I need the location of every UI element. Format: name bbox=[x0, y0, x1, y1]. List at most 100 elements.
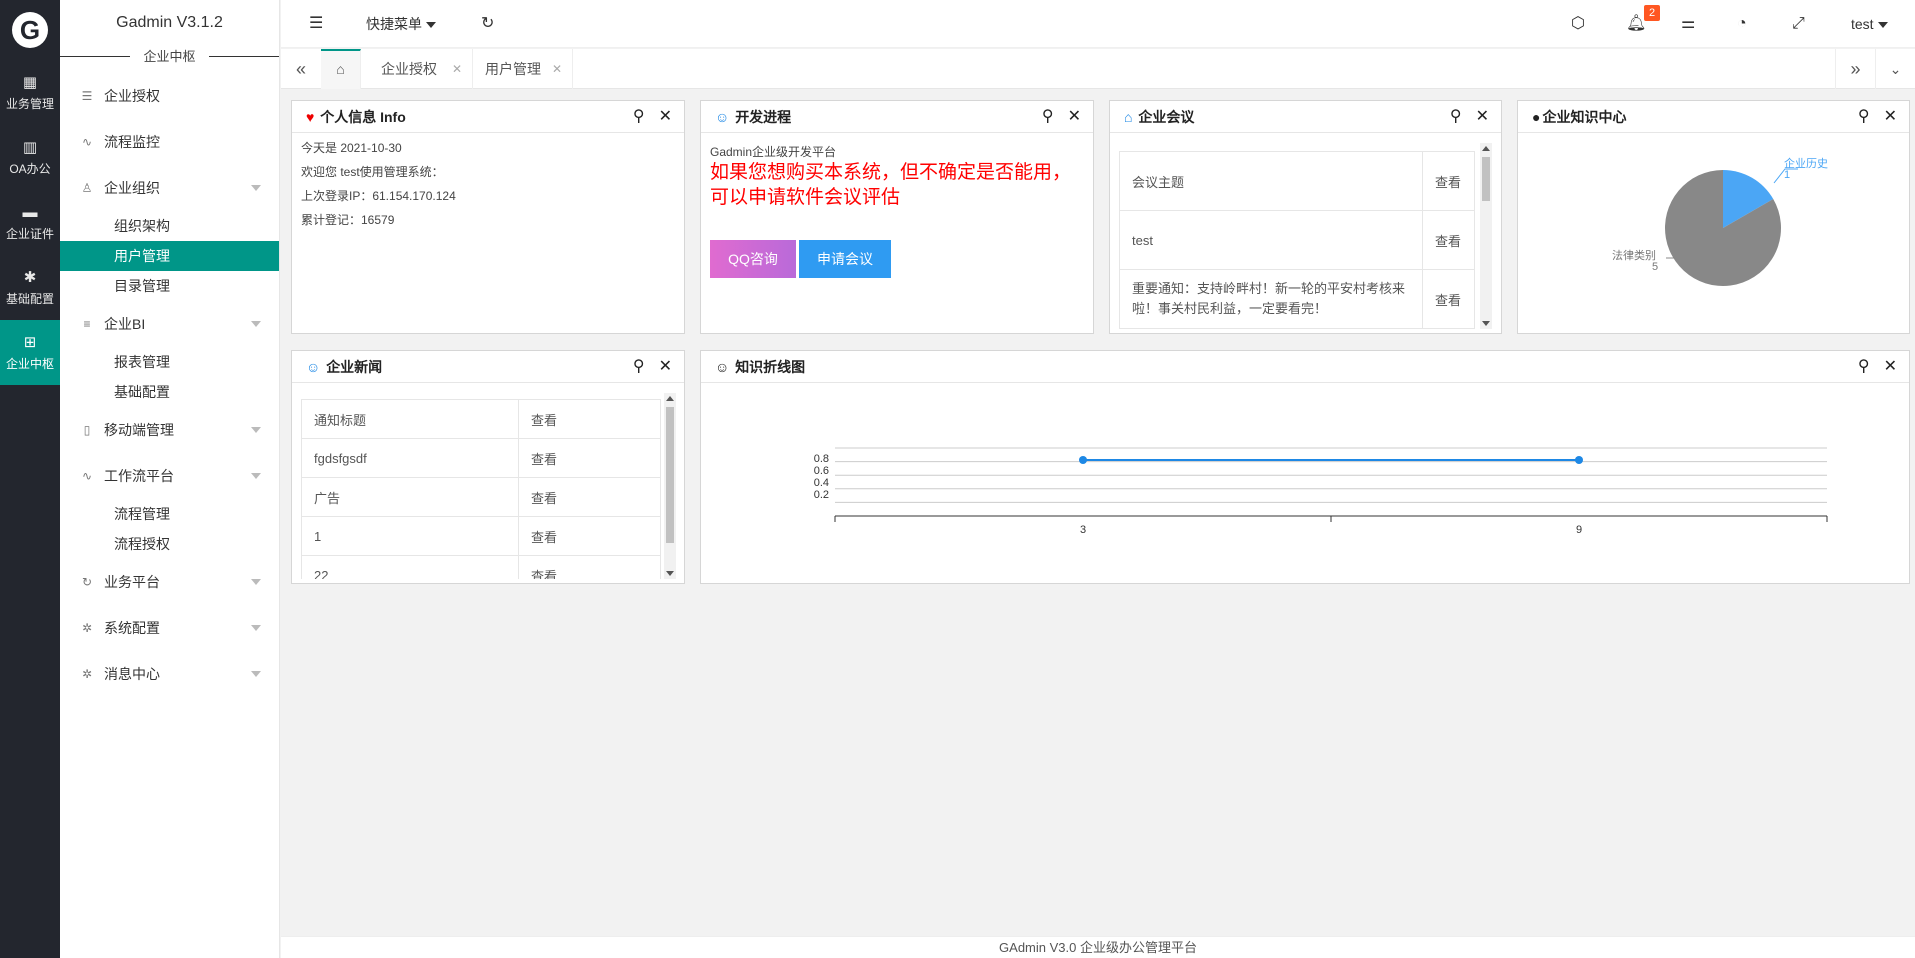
cube-icon[interactable]: ⬡ bbox=[1571, 0, 1585, 48]
view-link[interactable]: 查看 bbox=[1422, 151, 1475, 211]
close-icon[interactable]: ✕ bbox=[1068, 101, 1081, 133]
quick-menu-label: 快捷菜单 bbox=[366, 16, 422, 32]
view-link[interactable]: 查看 bbox=[518, 555, 661, 579]
data-point[interactable] bbox=[1079, 456, 1087, 464]
rail-item-certificate[interactable]: ▬ 企业证件 bbox=[0, 190, 60, 255]
card-title: 企业知识中心 bbox=[1542, 109, 1627, 125]
y-tick-label: 0.8 bbox=[814, 453, 829, 465]
smile-icon: ☺ bbox=[715, 109, 730, 125]
card-title: 企业会议 bbox=[1138, 109, 1195, 125]
menu-item-mobile[interactable]: ▯ 移动端管理 bbox=[60, 407, 279, 453]
meetings-scrollbar[interactable] bbox=[1480, 143, 1492, 329]
rail-item-basic-config[interactable]: ✱ 基础配置 bbox=[0, 255, 60, 320]
meeting-topic: 会议主题 bbox=[1119, 151, 1423, 211]
refresh-icon[interactable]: ↻ bbox=[481, 0, 494, 48]
tabs-more-icon[interactable]: ⌄ bbox=[1875, 49, 1915, 89]
data-point[interactable] bbox=[1575, 456, 1583, 464]
rail-item-hub[interactable]: ⊞ 企业中枢 bbox=[0, 320, 60, 385]
view-link[interactable]: 查看 bbox=[518, 438, 661, 478]
quick-menu-dropdown[interactable]: 快捷菜单 bbox=[366, 0, 436, 48]
submenu-item-directory[interactable]: 目录管理 bbox=[60, 271, 279, 301]
submenu-item-process-management[interactable]: 流程管理 bbox=[60, 499, 279, 529]
menu-item-business-platform[interactable]: ↻ 业务平台 bbox=[60, 559, 279, 605]
submenu-item-basic-config[interactable]: 基础配置 bbox=[60, 377, 279, 407]
rail-item-label: 基础配置 bbox=[5, 292, 54, 306]
tab-user-management[interactable]: 用户管理 ✕ bbox=[473, 49, 573, 89]
scroll-down-icon[interactable] bbox=[1482, 321, 1490, 326]
search-icon[interactable]: ⚲ bbox=[1450, 101, 1462, 133]
logo[interactable]: G bbox=[0, 0, 60, 60]
notification-badge: 2 bbox=[1644, 5, 1661, 21]
dev-platform-text: Gadmin企业级开发平台 bbox=[710, 145, 837, 159]
card-meetings: ⌂ 企业会议 ⚲ ✕ 会议主题 查看 test 查看 重要通知：支持岭畔村！新一轮的平安… bbox=[1109, 100, 1502, 334]
menu-item-bi[interactable]: ≡ 企业BI bbox=[60, 301, 279, 347]
submenu-item-user-management[interactable]: 用户管理 bbox=[60, 241, 279, 271]
scroll-up-icon[interactable] bbox=[1482, 146, 1490, 151]
search-icon[interactable]: ⚲ bbox=[1858, 101, 1870, 133]
submenu-item-org-structure[interactable]: 组织架构 bbox=[60, 211, 279, 241]
close-icon[interactable]: ✕ bbox=[552, 49, 562, 89]
fullscreen-icon[interactable]: ⤢ bbox=[1792, 0, 1805, 48]
menu-item-organization[interactable]: ♙ 企业组织 bbox=[60, 165, 279, 211]
rail-item-oa[interactable]: ▥ OA办公 bbox=[0, 125, 60, 190]
menu-item-system-config[interactable]: ✲ 系统配置 bbox=[60, 605, 279, 651]
qq-consult-button[interactable]: QQ咨询 bbox=[710, 240, 796, 278]
news-scrollbar[interactable] bbox=[664, 393, 676, 579]
scroll-down-icon[interactable] bbox=[666, 571, 674, 576]
rail-item-label: OA办公 bbox=[9, 162, 51, 176]
scroll-up-icon[interactable] bbox=[666, 396, 674, 401]
view-link[interactable]: 查看 bbox=[1422, 269, 1475, 329]
close-icon[interactable]: ✕ bbox=[1476, 101, 1489, 133]
close-icon[interactable]: ✕ bbox=[659, 351, 672, 383]
rail-item-business[interactable]: ▦ 业务管理 bbox=[0, 60, 60, 125]
align-icon: ≡ bbox=[83, 317, 91, 331]
menu-toggle-icon[interactable]: ☰ bbox=[309, 0, 323, 48]
view-link[interactable]: 查看 bbox=[518, 399, 661, 439]
close-icon[interactable]: ✕ bbox=[1884, 351, 1897, 383]
tabs-scroll-left-icon[interactable]: « bbox=[281, 49, 321, 89]
settings-sliders-icon[interactable]: ⚌ bbox=[1681, 0, 1695, 48]
info-total-logins: 累计登记：16579 bbox=[301, 213, 395, 227]
home-icon: ⌂ bbox=[336, 61, 345, 77]
view-link[interactable]: 查看 bbox=[1422, 210, 1475, 270]
tabs-scroll-right-icon[interactable]: » bbox=[1835, 49, 1875, 89]
theme-icon[interactable]: ◔ bbox=[1737, 0, 1747, 48]
menu-item-workflow[interactable]: ∿ 工作流平台 bbox=[60, 453, 279, 499]
close-icon[interactable]: ✕ bbox=[1884, 101, 1897, 133]
chevron-down-icon bbox=[251, 321, 261, 327]
scroll-thumb[interactable] bbox=[666, 407, 674, 543]
scroll-thumb[interactable] bbox=[1482, 157, 1490, 201]
search-icon[interactable]: ⚲ bbox=[633, 351, 645, 383]
menu-item-process-monitor[interactable]: ∿ 流程监控 bbox=[60, 119, 279, 165]
certificate-icon: ▬ bbox=[22, 203, 38, 221]
gear-icon: ✱ bbox=[23, 269, 37, 286]
submenu-item-reports[interactable]: 报表管理 bbox=[60, 347, 279, 377]
news-title: 通知标题 bbox=[301, 399, 519, 439]
meeting-topic: test bbox=[1119, 210, 1423, 270]
sliders-icon: ☰ bbox=[81, 89, 93, 103]
tab-home[interactable]: ⌂ bbox=[321, 49, 361, 89]
tab-enterprise-authorization[interactable]: 企业授权 ✕ bbox=[361, 49, 473, 89]
user-menu[interactable]: test bbox=[1851, 0, 1888, 48]
close-icon[interactable]: ✕ bbox=[659, 101, 672, 133]
menu-item-message-center[interactable]: ✲ 消息中心 bbox=[60, 651, 279, 697]
mobile-icon: ▯ bbox=[83, 423, 91, 437]
icon-rail: G ▦ 业务管理 ▥ OA办公 ▬ 企业证件 ✱ 基础配置 ⊞ 企业中枢 bbox=[0, 0, 60, 958]
view-link[interactable]: 查看 bbox=[518, 516, 661, 556]
user-name: test bbox=[1851, 16, 1874, 32]
apple-icon: ● bbox=[1532, 109, 1541, 125]
smile-icon: ☺ bbox=[306, 359, 321, 375]
search-icon[interactable]: ⚲ bbox=[633, 101, 645, 133]
search-icon[interactable]: ⚲ bbox=[1042, 101, 1054, 133]
request-meeting-button[interactable]: 申请会议 bbox=[799, 240, 891, 278]
pie-label-name: 企业历史 bbox=[1784, 156, 1828, 170]
table-row: 1 查看 bbox=[301, 516, 661, 556]
submenu-item-process-authorization[interactable]: 流程授权 bbox=[60, 529, 279, 559]
table-row: 广告 查看 bbox=[301, 477, 661, 517]
info-date: 今天是 2021-10-30 bbox=[301, 141, 402, 155]
close-icon[interactable]: ✕ bbox=[452, 49, 462, 89]
menu-item-authorization[interactable]: ☰ 企业授权 bbox=[60, 73, 279, 119]
view-link[interactable]: 查看 bbox=[518, 477, 661, 517]
x-tick-label: 9 bbox=[1576, 524, 1582, 536]
search-icon[interactable]: ⚲ bbox=[1858, 351, 1870, 383]
